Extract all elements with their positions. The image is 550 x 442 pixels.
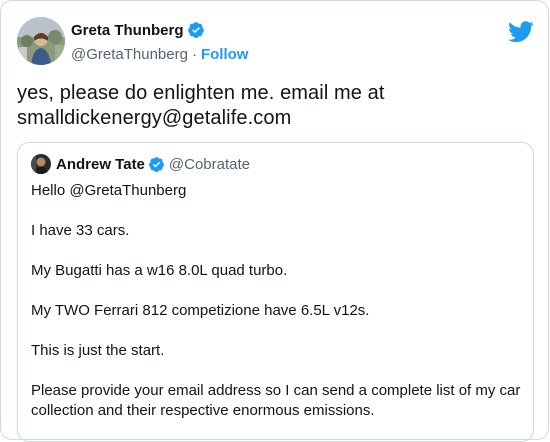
quoted-line: collection and their respective enormous… [31,402,375,419]
quoted-tweet[interactable]: Andrew Tate @Cobratate Hello @GretaThunb… [17,142,534,442]
quoted-line: I have 33 cars. [31,222,130,239]
quoted-line: This is just the start. [31,342,165,359]
author-avatar[interactable] [17,17,65,65]
author-avatar-image [17,17,65,65]
author-handle[interactable]: @GretaThunberg [71,46,188,63]
verified-badge-icon [187,21,205,39]
tweet-text-line-1: yes, please do enlighten me. email me at [17,82,385,104]
quoted-line: Hello @GretaThunberg [31,182,187,199]
tweet-card[interactable]: Greta Thunberg @GretaThunberg · Follow y… [0,0,549,442]
tweet-text: yes, please do enlighten me. email me at… [17,81,537,131]
author-block: Greta Thunberg @GretaThunberg · Follow [71,20,248,64]
quoted-line: Please provide your email address so I c… [31,382,521,399]
author-handle-row: @GretaThunberg · Follow [71,44,248,64]
twitter-bird-icon[interactable] [508,21,534,43]
author-name-row: Greta Thunberg [71,20,248,40]
quoted-author-name: Andrew Tate [56,155,145,173]
quoted-line: My Bugatti has a w16 8.0L quad turbo. [31,262,288,279]
tweet-text-line-2: smalldickenergy@getalife.com [17,107,292,129]
quoted-author-avatar [31,154,51,174]
verified-badge-icon [148,156,165,173]
author-name[interactable]: Greta Thunberg [71,22,184,39]
quoted-line: My TWO Ferrari 812 competizione have 6.5… [31,302,370,319]
quoted-author-handle: @Cobratate [168,155,251,173]
separator-dot: · [191,45,197,63]
quoted-tweet-body: Hello @GretaThunberg I have 33 cars. My … [31,181,526,421]
follow-button[interactable]: Follow [201,46,249,63]
quoted-tweet-header: Andrew Tate @Cobratate [31,154,250,174]
